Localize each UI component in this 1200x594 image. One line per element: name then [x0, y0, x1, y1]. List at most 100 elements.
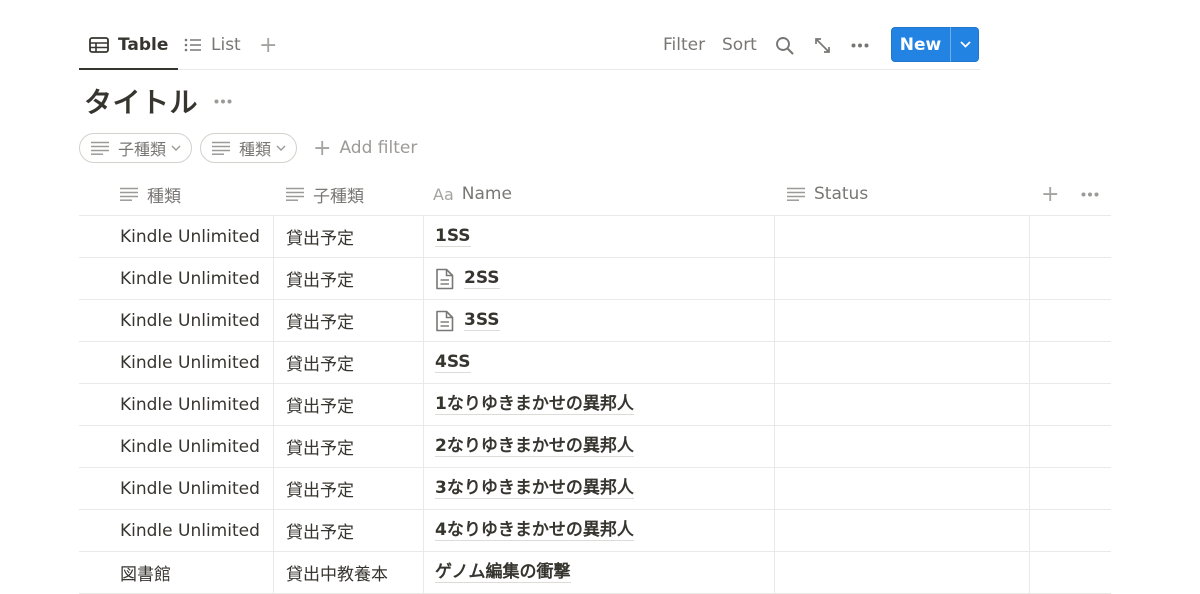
- title-row: タイトル: [84, 80, 232, 122]
- cell-name[interactable]: 4なりゆきまかせの異邦人: [435, 510, 775, 551]
- column-divider: [1029, 215, 1030, 594]
- add-view-button[interactable]: +: [259, 22, 277, 68]
- cell-subtype[interactable]: 貸出予定: [286, 258, 426, 299]
- cell-subtype[interactable]: 貸出予定: [286, 342, 426, 383]
- column-header-subtype[interactable]: 子種類: [286, 173, 364, 215]
- table-row[interactable]: Kindle Unlimited 貸出予定 4なりゆきまかせの異邦人: [79, 510, 1111, 552]
- cell-name[interactable]: 4SS: [435, 342, 775, 383]
- plus-icon: +: [1041, 181, 1060, 207]
- tab-list[interactable]: List: [184, 22, 241, 68]
- cell-type[interactable]: Kindle Unlimited: [120, 258, 270, 299]
- row-title: 3SS: [464, 310, 500, 331]
- new-record-button[interactable]: New: [891, 27, 950, 62]
- add-filter-button[interactable]: + Add filter: [313, 136, 417, 161]
- search-button[interactable]: [775, 22, 794, 68]
- table-row[interactable]: Kindle Unlimited 貸出予定 3SS: [79, 300, 1111, 342]
- sort-label: Sort: [722, 35, 757, 55]
- cell-subtype[interactable]: 貸出予定: [286, 468, 426, 509]
- table-body: Kindle Unlimited 貸出予定 1SS Kindle Unlimit…: [79, 216, 1111, 594]
- tab-list-label: List: [211, 35, 241, 55]
- column-divider: [273, 215, 274, 594]
- chevron-down-icon: [171, 145, 181, 151]
- cell-type[interactable]: Kindle Unlimited: [120, 300, 270, 341]
- add-filter-label: Add filter: [339, 138, 418, 158]
- chevron-down-icon: [276, 145, 286, 151]
- text-property-icon: [91, 141, 109, 155]
- row-title: 3なりゆきまかせの異邦人: [435, 478, 634, 499]
- row-title: 1なりゆきまかせの異邦人: [435, 394, 634, 415]
- column-divider: [423, 215, 424, 594]
- table-row[interactable]: Kindle Unlimited 貸出予定 4SS: [79, 342, 1111, 384]
- chevron-down-icon: [959, 41, 971, 48]
- row-title: 2なりゆきまかせの異邦人: [435, 436, 634, 457]
- cell-subtype[interactable]: 貸出予定: [286, 384, 426, 425]
- table-row[interactable]: Kindle Unlimited 貸出予定 3なりゆきまかせの異邦人: [79, 468, 1111, 510]
- table-row[interactable]: Kindle Unlimited 貸出予定 1なりゆきまかせの異邦人: [79, 384, 1111, 426]
- more-dots-icon: [851, 43, 869, 47]
- column-divider: [774, 215, 775, 594]
- cell-name[interactable]: 3なりゆきまかせの異邦人: [435, 468, 775, 509]
- table-row[interactable]: 図書館 貸出中教養本 ゲノム編集の衝撃: [79, 552, 1111, 594]
- cell-name[interactable]: 2SS: [435, 258, 775, 299]
- table-row[interactable]: Kindle Unlimited 貸出予定 1SS: [79, 216, 1111, 258]
- cell-type[interactable]: Kindle Unlimited: [120, 384, 270, 425]
- row-title: 2SS: [464, 268, 500, 289]
- new-button: New: [891, 27, 979, 62]
- filter-chip-label: 種類: [239, 140, 272, 159]
- filter-button[interactable]: Filter: [663, 22, 705, 68]
- text-property-icon: [286, 187, 304, 201]
- cell-type[interactable]: Kindle Unlimited: [120, 342, 270, 383]
- cell-name[interactable]: 2なりゆきまかせの異邦人: [435, 426, 775, 467]
- row-title: 4SS: [435, 352, 471, 373]
- cell-name[interactable]: 1SS: [435, 216, 775, 257]
- row-title: 4なりゆきまかせの異邦人: [435, 520, 634, 541]
- cell-name[interactable]: ゲノム編集の衝撃: [435, 552, 775, 593]
- new-label: New: [899, 34, 942, 55]
- table-row[interactable]: Kindle Unlimited 貸出予定 2SS: [79, 258, 1111, 300]
- expand-button[interactable]: [814, 22, 831, 68]
- cell-name[interactable]: 1なりゆきまかせの異邦人: [435, 384, 775, 425]
- sort-button[interactable]: Sort: [722, 22, 757, 68]
- cell-subtype[interactable]: 貸出予定: [286, 510, 426, 551]
- filter-chip-label: 子種類: [118, 140, 167, 159]
- text-property-icon: [120, 187, 138, 201]
- cell-type[interactable]: Kindle Unlimited: [120, 510, 270, 551]
- filter-chip-subtype[interactable]: 子種類: [79, 133, 193, 163]
- table-row[interactable]: Kindle Unlimited 貸出予定 2なりゆきまかせの異邦人: [79, 426, 1111, 468]
- add-column-button[interactable]: +: [1041, 173, 1059, 215]
- page-title[interactable]: タイトル: [84, 81, 198, 121]
- cell-type[interactable]: 図書館: [120, 552, 270, 593]
- cell-subtype[interactable]: 貸出予定: [286, 300, 426, 341]
- cell-name[interactable]: 3SS: [435, 300, 775, 341]
- tab-table[interactable]: Table: [78, 22, 179, 70]
- cell-subtype[interactable]: 貸出中教養本: [286, 552, 426, 593]
- column-header-label: 種類: [147, 186, 181, 207]
- cell-type[interactable]: Kindle Unlimited: [120, 426, 270, 467]
- page-icon: [436, 310, 454, 331]
- plus-icon: +: [313, 135, 332, 161]
- cell-type[interactable]: Kindle Unlimited: [120, 216, 270, 257]
- column-header-type[interactable]: 種類: [120, 173, 181, 215]
- plus-icon: +: [259, 32, 278, 58]
- database-table: 種類 子種類 Aa Name Status + Kindle Unlimited…: [79, 173, 1111, 594]
- page-icon: [436, 268, 454, 289]
- column-header-status[interactable]: Status: [787, 173, 868, 215]
- expand-icon: [815, 37, 830, 53]
- column-header-label: Name: [461, 184, 512, 204]
- more-dots-icon: [1081, 192, 1099, 196]
- filter-chip-type[interactable]: 種類: [200, 133, 298, 163]
- more-options-button[interactable]: [851, 22, 869, 68]
- column-header-name[interactable]: Aa Name: [433, 173, 512, 215]
- new-dropdown-button[interactable]: [951, 27, 979, 62]
- search-icon: [776, 36, 794, 54]
- title-more-button[interactable]: [214, 99, 232, 104]
- row-title: 1SS: [435, 226, 471, 247]
- tab-table-label: Table: [118, 35, 169, 55]
- filter-label: Filter: [663, 35, 706, 55]
- table-icon: [89, 37, 109, 53]
- text-property-icon: [787, 187, 805, 201]
- cell-subtype[interactable]: 貸出予定: [286, 426, 426, 467]
- column-more-button[interactable]: [1081, 173, 1108, 215]
- cell-type[interactable]: Kindle Unlimited: [120, 468, 270, 509]
- cell-subtype[interactable]: 貸出予定: [286, 216, 426, 257]
